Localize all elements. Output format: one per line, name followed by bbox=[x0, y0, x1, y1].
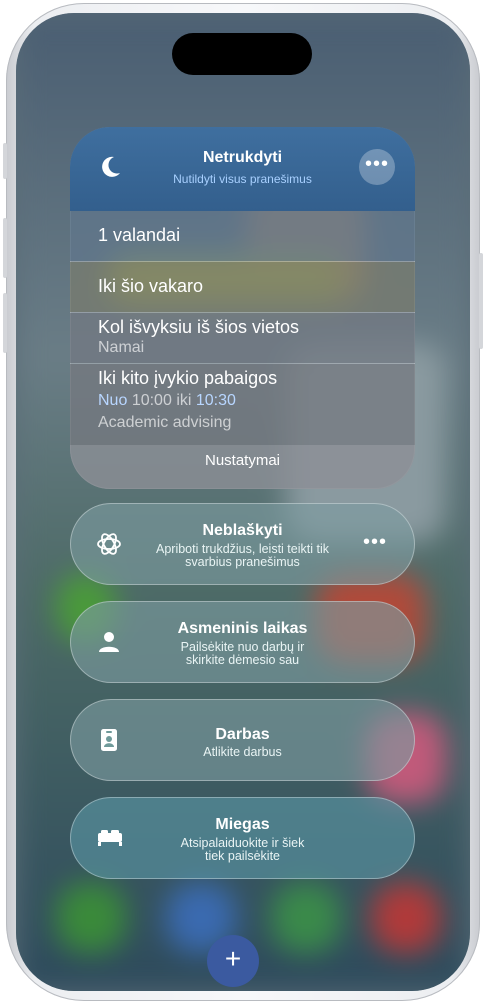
focus-sleep[interactable]: Miegas Atsipalaiduokite ir šiek tiek pai… bbox=[70, 797, 415, 879]
time-start: 10:00 bbox=[131, 392, 172, 409]
focus-title: Asmeninis laikas bbox=[177, 620, 308, 637]
screen: Netrukdyti Nutildyti visus pranešimus ••… bbox=[16, 13, 470, 991]
option-until-leave-location[interactable]: Kol išvyksiu iš šios vietos Namai bbox=[70, 313, 415, 363]
event-time: Nuo 10:00 iki 10:30 bbox=[98, 392, 236, 410]
option-label: Iki kito įvykio pabaigos bbox=[98, 368, 278, 388]
volume-up-button bbox=[3, 218, 7, 278]
event-name: Academic advising bbox=[98, 414, 232, 431]
focus-work[interactable]: Darbas Atlikite darbus bbox=[70, 699, 415, 781]
option-one-hour[interactable]: 1 valandai bbox=[70, 211, 415, 261]
action-button bbox=[3, 143, 7, 179]
dynamic-island bbox=[172, 33, 312, 75]
side-button bbox=[479, 253, 483, 349]
phone-frame: Netrukdyti Nutildyti visus pranešimus ••… bbox=[3, 3, 483, 1001]
settings-button[interactable]: Nustatymai bbox=[70, 445, 415, 489]
time-separator: iki bbox=[176, 392, 192, 409]
id-badge-icon bbox=[101, 729, 117, 751]
option-label: 1 valandai bbox=[98, 225, 181, 245]
dnd-header[interactable]: Netrukdyti Nutildyti visus pranešimus ••… bbox=[70, 127, 415, 211]
bed-icon bbox=[98, 830, 122, 846]
person-icon bbox=[99, 632, 119, 652]
focus-subtitle-line2: tiek pailsėkite bbox=[204, 849, 281, 863]
focus-personal-time[interactable]: Asmeninis laikas Pailsėkite nuo darbų ir… bbox=[70, 601, 415, 683]
focus-title: Darbas bbox=[215, 726, 270, 743]
option-until-evening[interactable]: Iki šio vakaro bbox=[70, 262, 415, 312]
option-sublabel: Namai bbox=[98, 339, 145, 356]
ellipsis-icon[interactable]: ••• bbox=[359, 149, 395, 185]
focus-reduce-interruptions[interactable]: Neblaškyti Apriboti trukdžius, leisti te… bbox=[70, 503, 415, 585]
volume-down-button bbox=[3, 293, 7, 353]
focus-subtitle-line1: Atlikite darbus bbox=[203, 745, 282, 759]
time-end: 10:30 bbox=[195, 392, 236, 409]
add-focus-button[interactable]: + bbox=[207, 935, 259, 987]
focus-subtitle-line2: skirkite dėmesio sau bbox=[185, 653, 300, 667]
option-label: Iki šio vakaro bbox=[98, 276, 204, 296]
focus-title: Miegas bbox=[215, 816, 270, 833]
focus-title: Neblaškyti bbox=[202, 522, 283, 539]
reduce-interruptions-icon bbox=[97, 533, 121, 555]
option-until-event-end[interactable]: Iki kito įvykio pabaigos Nuo 10:00 iki 1… bbox=[70, 364, 415, 445]
focus-subtitle-line2: svarbius pranešimus bbox=[185, 555, 300, 569]
ellipsis-icon[interactable]: ••• bbox=[363, 531, 387, 554]
do-not-disturb-panel: Netrukdyti Nutildyti visus pranešimus ••… bbox=[70, 127, 415, 489]
time-prefix: Nuo bbox=[98, 392, 128, 409]
option-label: Kol išvyksiu iš šios vietos bbox=[98, 317, 300, 337]
